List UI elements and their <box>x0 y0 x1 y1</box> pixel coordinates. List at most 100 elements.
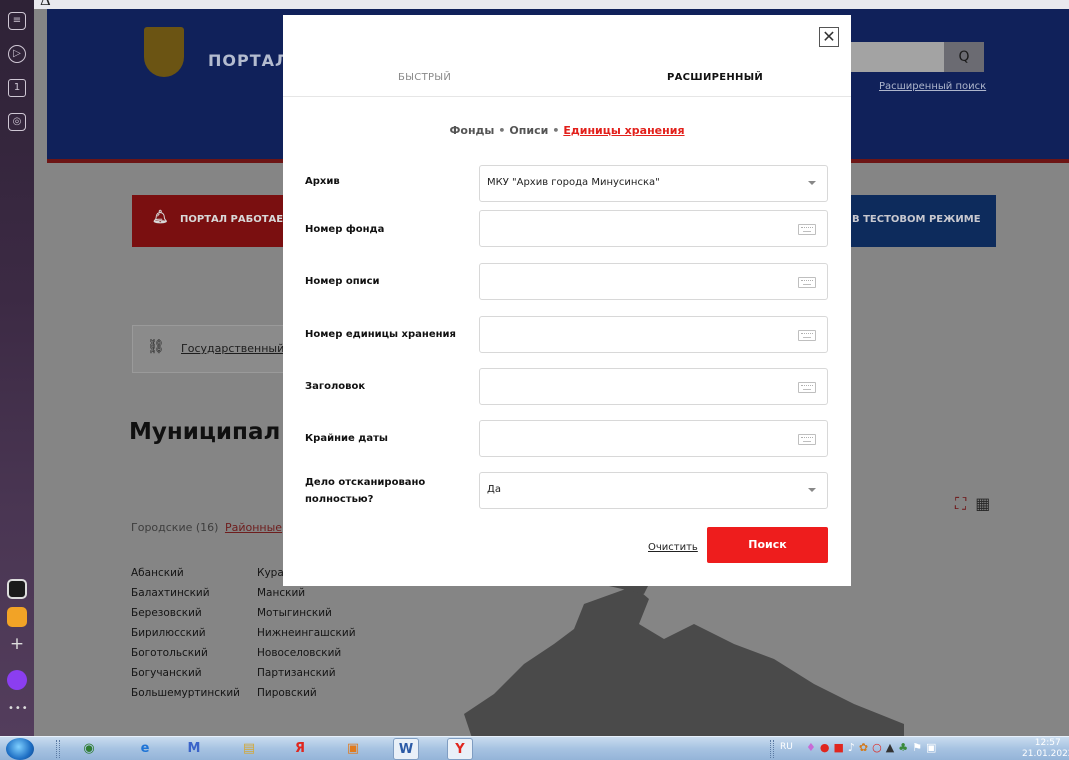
network-icon[interactable]: ▣ <box>926 741 940 754</box>
district-item[interactable]: Пировский <box>257 687 387 707</box>
opera-icon[interactable]: ○ <box>872 741 886 754</box>
yandex-browser-icon[interactable]: Y <box>447 738 473 760</box>
clock[interactable]: 12:57 21.01.2022 <box>1022 738 1069 760</box>
district-item[interactable]: Бирилюсский <box>131 627 257 647</box>
inventory-number-input[interactable] <box>480 264 780 299</box>
breadcrumb-inventories[interactable]: Описи <box>509 124 548 137</box>
portal-title: ПОРТАЛ <box>208 51 290 70</box>
archive-label: Архив <box>305 176 340 187</box>
notice-left-text: ПОРТАЛ РАБОТАЕТ <box>180 214 290 225</box>
link-text[interactable]: Государственный <box>181 342 284 355</box>
district-tabs: Городские (16) Районные <box>131 521 282 534</box>
taskbar: ◉ e M ▤ Я ▣ W Y RU ♦●■♪✿○▲♣⚑▣ 12:57 21.01.2022 <box>0 736 1069 760</box>
browser-top-strip: Δ <box>0 0 1069 9</box>
word-icon[interactable]: W <box>393 738 419 760</box>
district-item[interactable]: Партизанский <box>257 667 387 687</box>
tab-extended-search[interactable]: РАСШИРЕННЫЙ <box>667 72 763 83</box>
more-icon[interactable]: ••• <box>8 703 29 714</box>
unit-number-field[interactable] <box>479 316 828 353</box>
clear-button[interactable]: Очистить <box>648 542 698 553</box>
link-box[interactable]: ⛓ Государственный <box>132 325 302 373</box>
site-search-input[interactable] <box>848 42 944 72</box>
district-item[interactable]: Боготольский <box>131 647 257 667</box>
grid-view-icon[interactable]: ▦ <box>975 494 990 513</box>
bell-icon: 🔔︎ <box>152 210 169 225</box>
tray-app-icon[interactable]: ♣ <box>898 741 912 754</box>
link-icon: ⛓ <box>147 339 165 355</box>
coat-of-arms-logo <box>144 27 184 77</box>
alice-app-icon[interactable] <box>7 579 27 599</box>
tray-app-icon[interactable]: ♦ <box>806 741 820 754</box>
district-column-1: Абанский Балахтинский Березовский Бирилюсск… <box>131 567 257 707</box>
breadcrumb-units[interactable]: Единицы хранения <box>563 124 684 137</box>
dates-input[interactable] <box>480 421 780 456</box>
tab-counter-icon[interactable]: 1 <box>8 79 26 97</box>
breadcrumb-funds[interactable]: Фонды <box>449 124 494 137</box>
keyboard-icon[interactable] <box>798 434 816 445</box>
chrome-icon[interactable]: ◉ <box>76 738 102 760</box>
district-item[interactable]: Мотыгинский <box>257 607 387 627</box>
play-circle-icon[interactable]: ▷ <box>8 45 26 63</box>
district-item[interactable]: Большемуртинский <box>131 687 257 707</box>
tab-divider <box>283 96 851 97</box>
advanced-search-link[interactable]: Расширенный поиск <box>879 81 986 92</box>
inventory-number-field[interactable] <box>479 263 828 300</box>
yandex-icon[interactable]: Я <box>287 738 313 760</box>
screenshot-icon[interactable]: ◎ <box>8 113 26 131</box>
heading-field[interactable] <box>479 368 828 405</box>
volume-icon[interactable]: ♪ <box>848 741 859 754</box>
map-view-icon[interactable]: ⛶ <box>955 494 966 513</box>
keyboard-icon[interactable] <box>798 382 816 393</box>
fund-number-field[interactable] <box>479 210 828 247</box>
archive-select[interactable]: МКУ "Архив города Минусинска" <box>479 165 828 202</box>
fund-number-input[interactable] <box>480 211 780 246</box>
search-button[interactable]: Поиск <box>707 527 828 563</box>
close-icon[interactable]: ✕ <box>819 27 839 47</box>
district-item[interactable]: Балахтинский <box>131 587 257 607</box>
language-indicator[interactable]: RU <box>780 742 793 752</box>
flag-icon[interactable]: ⚑ <box>912 741 926 754</box>
district-item[interactable]: Манский <box>257 587 387 607</box>
tray-app-icon[interactable]: ■ <box>833 741 847 754</box>
yandex-metro-icon[interactable]: M <box>181 738 207 760</box>
district-item[interactable]: Березовский <box>131 607 257 627</box>
heading-label: Заголовок <box>305 381 366 392</box>
chevron-down-icon <box>808 488 816 492</box>
breadcrumb: Фонды • Описи • Единицы хранения <box>283 124 851 137</box>
district-item[interactable]: Абанский <box>131 567 257 587</box>
ie-icon[interactable]: e <box>132 738 158 760</box>
tray-app-icon[interactable]: ▲ <box>886 741 898 754</box>
unit-number-input[interactable] <box>480 317 780 352</box>
mail-icon[interactable] <box>7 607 27 627</box>
add-icon[interactable]: + <box>7 635 27 655</box>
inventory-number-label: Номер описи <box>305 276 380 287</box>
archive-value: МКУ "Архив города Минусинска" <box>487 177 660 188</box>
tab-city[interactable]: Городские (16) <box>131 521 218 534</box>
page-title: Муниципал <box>129 419 281 445</box>
district-column-2: Кура Манский Мотыгинский Нижнеингашский Ново… <box>257 567 387 707</box>
tray-app-icon[interactable]: ✿ <box>859 741 872 754</box>
breadcrumb-separator: • <box>552 124 560 137</box>
dates-field[interactable] <box>479 420 828 457</box>
media-icon[interactable]: ▣ <box>340 738 366 760</box>
keyboard-icon[interactable] <box>798 224 816 235</box>
scanned-select[interactable]: Да <box>479 472 828 509</box>
tab-district[interactable]: Районные <box>225 521 282 534</box>
explorer-icon[interactable]: ▤ <box>236 738 262 760</box>
taskbar-grip <box>56 740 60 758</box>
messenger-icon[interactable] <box>7 670 27 690</box>
tab-quick-search[interactable]: БЫСТРЫЙ <box>398 72 451 83</box>
keyboard-icon[interactable] <box>798 330 816 341</box>
reading-list-icon[interactable]: ≡ <box>8 12 26 30</box>
scanned-value: Да <box>487 484 501 495</box>
district-item[interactable]: Новоселовский <box>257 647 387 667</box>
district-item[interactable]: Нижнеингашский <box>257 627 387 647</box>
district-item[interactable]: Богучанский <box>131 667 257 687</box>
search-icon[interactable]: Q <box>944 42 984 72</box>
tray-icons: ♦●■♪✿○▲♣⚑▣ <box>806 741 940 754</box>
heading-input[interactable] <box>480 369 780 404</box>
start-button[interactable] <box>6 738 34 760</box>
keyboard-icon[interactable] <box>798 277 816 288</box>
scanned-label-line1: Дело отсканировано <box>305 477 426 488</box>
tray-yandex-icon[interactable]: ● <box>820 741 834 754</box>
